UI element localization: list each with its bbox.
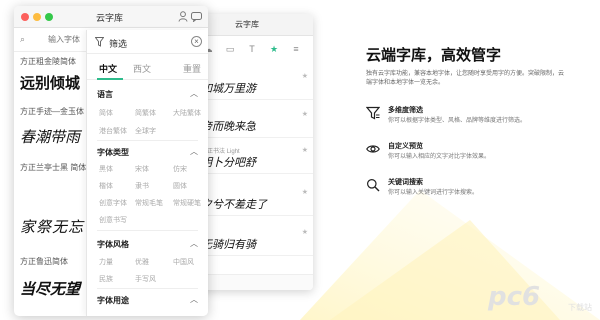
filter-icon [95, 37, 104, 47]
watermark: pc6 下载站 [488, 282, 592, 312]
filter-option[interactable]: 简体 [99, 108, 113, 118]
search-input[interactable] [48, 33, 88, 46]
eye-icon [366, 145, 380, 153]
star-icon[interactable]: ★ [302, 146, 308, 154]
filter-option[interactable]: 大陆繁体 [173, 108, 201, 118]
filter-option[interactable]: 黑体 [99, 164, 113, 174]
filter-option[interactable]: 手写风 [135, 274, 156, 284]
secondary-titlebar: 云字库 [195, 14, 313, 36]
active-tab-indicator [97, 78, 123, 80]
filter-icon [366, 106, 380, 120]
tab-chinese[interactable]: 中文 [99, 62, 117, 75]
list-icon[interactable]: ≡ [291, 44, 301, 54]
list-item[interactable]: 无骑归有骑 ★ [195, 226, 313, 256]
feature-search: 关键词搜索 你可以输入关键词进行字体搜索。 [366, 176, 566, 204]
filter-panel: 筛选 × 中文 西文 重置 语言 ︿ 简体 简繁体 大陆繁体 港台繁体 全球字 [86, 30, 208, 316]
tab-western[interactable]: 西文 [133, 62, 151, 75]
filter-option[interactable]: 圆体 [173, 181, 187, 191]
star-icon[interactable]: ★ [269, 44, 279, 54]
headline: 云端字库，高效管字 [366, 47, 502, 64]
screenshot-stage: 云字库 ☁ ▭ T ★ ≡ 如城万里游 ★ 帝而晚来急 ★ 方正书法 Light… [0, 0, 600, 320]
main-app-window: 云字库 ⌕ 方正粗金陵简体 远别倾城 方正手迹—金玉体 春潮带雨 方正兰亭士黑 … [14, 6, 208, 316]
filter-option[interactable]: 创意字体 [99, 198, 127, 208]
search-icon: ⌕ [20, 34, 26, 44]
chevron-up-icon: ︿ [190, 89, 198, 98]
minimize-window-button[interactable] [33, 13, 41, 21]
star-icon[interactable]: ★ [302, 72, 308, 80]
section-language[interactable]: 语言 ︿ [87, 88, 208, 102]
chat-icon[interactable] [191, 12, 202, 22]
feature-filter: 多维度筛选 你可以根据字体类型、风格、品牌等维度进行筛选。 [366, 104, 566, 132]
filter-option[interactable]: 常规硬笔 [173, 198, 201, 208]
monitor-icon[interactable]: ▭ [225, 44, 235, 54]
maximize-window-button[interactable] [45, 13, 53, 21]
filter-option[interactable]: 楷体 [99, 181, 113, 191]
close-icon[interactable]: × [191, 36, 202, 47]
filter-option[interactable]: 隶书 [135, 181, 149, 191]
filter-option[interactable]: 创意书写 [99, 215, 127, 225]
filter-option[interactable]: 中国风 [173, 257, 194, 267]
titlebar: 云字库 [14, 6, 208, 28]
filter-option[interactable]: 力量 [99, 257, 113, 267]
list-item[interactable]: 夕兮不差走了 ★ [195, 186, 313, 216]
secondary-app-window: 云字库 ☁ ▭ T ★ ≡ 如城万里游 ★ 帝而晚来急 ★ 方正书法 Light… [195, 14, 313, 290]
t-icon[interactable]: T [247, 44, 257, 54]
section-font-style[interactable]: 字体风格 ︿ [87, 238, 208, 252]
filter-option[interactable]: 港台繁体 [99, 126, 127, 136]
star-icon[interactable]: ★ [302, 110, 308, 118]
filter-option[interactable]: 仿宋 [173, 164, 187, 174]
filter-tabs: 中文 西文 重置 [87, 56, 208, 80]
user-icon[interactable] [178, 11, 188, 22]
reset-button[interactable]: 重置 [183, 62, 201, 75]
filter-option[interactable]: 全球字 [135, 126, 156, 136]
chevron-up-icon: ︿ [190, 239, 198, 248]
window-title: 云字库 [96, 13, 124, 23]
close-window-button[interactable] [21, 13, 29, 21]
section-font-type[interactable]: 字体类型 ︿ [87, 146, 208, 160]
list-item[interactable]: 方正书法 Light 明卜分吧舒 ★ [195, 144, 313, 174]
secondary-window-title: 云字库 [235, 20, 259, 29]
chevron-up-icon: ︿ [190, 295, 198, 304]
filter-option[interactable]: 常规毛笔 [135, 198, 163, 208]
filter-option[interactable]: 简繁体 [135, 108, 156, 118]
list-item[interactable]: 帝而晚来急 ★ [195, 108, 313, 138]
filter-option[interactable]: 民族 [99, 274, 113, 284]
chevron-up-icon: ︿ [190, 147, 198, 156]
star-icon[interactable]: ★ [302, 188, 308, 196]
star-icon[interactable]: ★ [302, 228, 308, 236]
secondary-bottom-bar: 字 [195, 274, 313, 290]
feature-preview: 自定义预览 你可以输入相应的文字对比字体效果。 [366, 140, 566, 168]
subtext: 独有云字库功能，兼容本地字体，让您随时享受用字的方便。突破限制，云端字体和本地字… [366, 71, 565, 86]
list-item[interactable]: 如城万里游 ★ [195, 70, 313, 100]
filter-title: 筛选 [109, 39, 128, 49]
secondary-toolbar: ☁ ▭ T ★ ≡ [203, 44, 307, 58]
filter-header: 筛选 × [87, 30, 208, 54]
filter-option[interactable]: 宋体 [135, 164, 149, 174]
filter-option[interactable]: 优雅 [135, 257, 149, 267]
search-icon [367, 179, 380, 192]
section-font-usage[interactable]: 字体用途 ︿ [87, 294, 208, 308]
